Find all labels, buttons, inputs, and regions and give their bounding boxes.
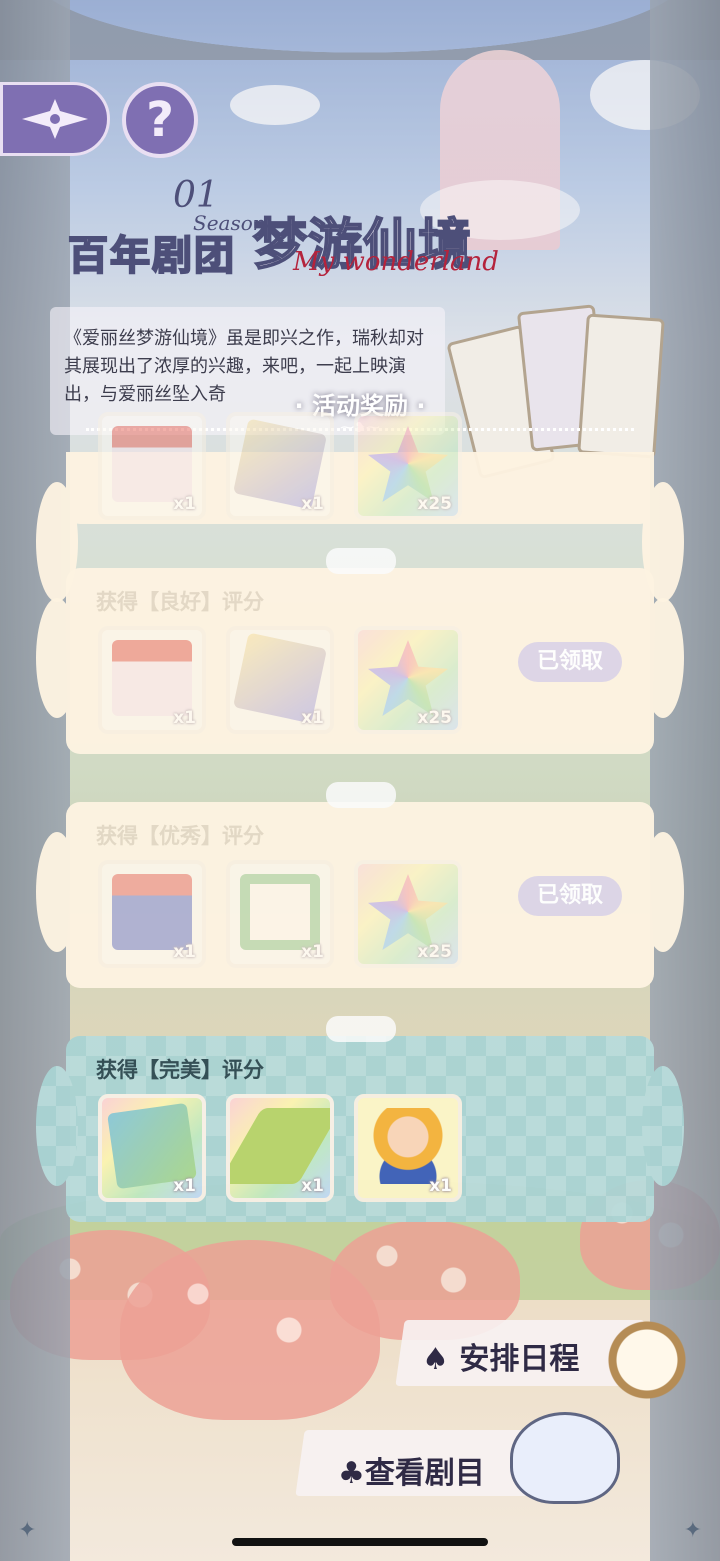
reward-item-alice-avatar[interactable]: x1 (354, 1094, 462, 1202)
claimed-badge: 已领取 (518, 876, 622, 916)
troupe-name: 百年剧团 (67, 232, 236, 280)
reward-tier-title: 获得【完美】评分 (96, 1058, 264, 1082)
rainbow-star-icon (368, 874, 448, 950)
corner-ornament: ✦ (18, 1518, 37, 1543)
sparkle-back-icon (22, 99, 88, 139)
reward-panel-excellent: 获得【优秀】评分 x1 x1 x25 已领取 (36, 782, 684, 988)
reward-tier-title: 获得【优秀】评分 (96, 824, 264, 848)
reward-item-flower-frame[interactable]: x1 (226, 860, 334, 968)
rainbow-star-icon (368, 640, 448, 716)
help-button[interactable]: ? (122, 82, 198, 158)
reward-item-rainbow-star[interactable]: x25 (354, 626, 462, 734)
reward-item-grass-floor[interactable]: x1 (226, 1094, 334, 1202)
reward-item[interactable]: x1 (226, 412, 334, 520)
claimed-badge: 已领取 (518, 642, 622, 682)
question-icon: ? (146, 92, 174, 148)
reward-item-tea-rug[interactable]: x1 (226, 626, 334, 734)
reward-item[interactable]: x25 (354, 412, 462, 520)
view-plays-label: ♣查看剧目 (338, 1456, 485, 1491)
back-button[interactable] (0, 82, 110, 156)
reward-item-rainbow-star[interactable]: x25 (354, 860, 462, 968)
reward-item-stage-curtain[interactable]: x1 (98, 626, 206, 734)
flower-frame-icon (240, 874, 320, 950)
reward-panel-partial: x1 x1 x25 (36, 412, 684, 602)
reward-item-picture-board[interactable]: x1 (98, 1094, 206, 1202)
play-title-en: My wonderland (293, 247, 499, 277)
night-stage-icon (112, 874, 192, 950)
grass-floor-icon (230, 1108, 330, 1184)
corner-ornament: ✦ (683, 1518, 702, 1543)
alice-avatar-icon (368, 1108, 448, 1184)
event-title: 01 Season. 百年剧团 梦游仙境 My wonderland (58, 175, 558, 285)
reward-tier-title: 获得【良好】评分 (96, 590, 264, 614)
stage-curtain-icon (112, 640, 192, 716)
reward-item-night-stage[interactable]: x1 (98, 860, 206, 968)
home-indicator[interactable] (232, 1538, 488, 1546)
teapot-icon (510, 1412, 620, 1504)
view-plays-button[interactable]: ♣查看剧目 (295, 1412, 630, 1512)
reward-item[interactable]: x1 (98, 412, 206, 520)
reward-panel-good: 获得【良好】评分 x1 x1 x25 已领取 (36, 548, 684, 754)
season-number: 01 (173, 175, 219, 216)
reward-panel-perfect: 获得【完美】评分 x1 x1 x1 (36, 1016, 684, 1222)
schedule-button[interactable]: ♠ 安排日程 (395, 1314, 700, 1400)
pocket-watch-icon (602, 1320, 692, 1400)
schedule-label: ♠ 安排日程 (422, 1342, 580, 1377)
